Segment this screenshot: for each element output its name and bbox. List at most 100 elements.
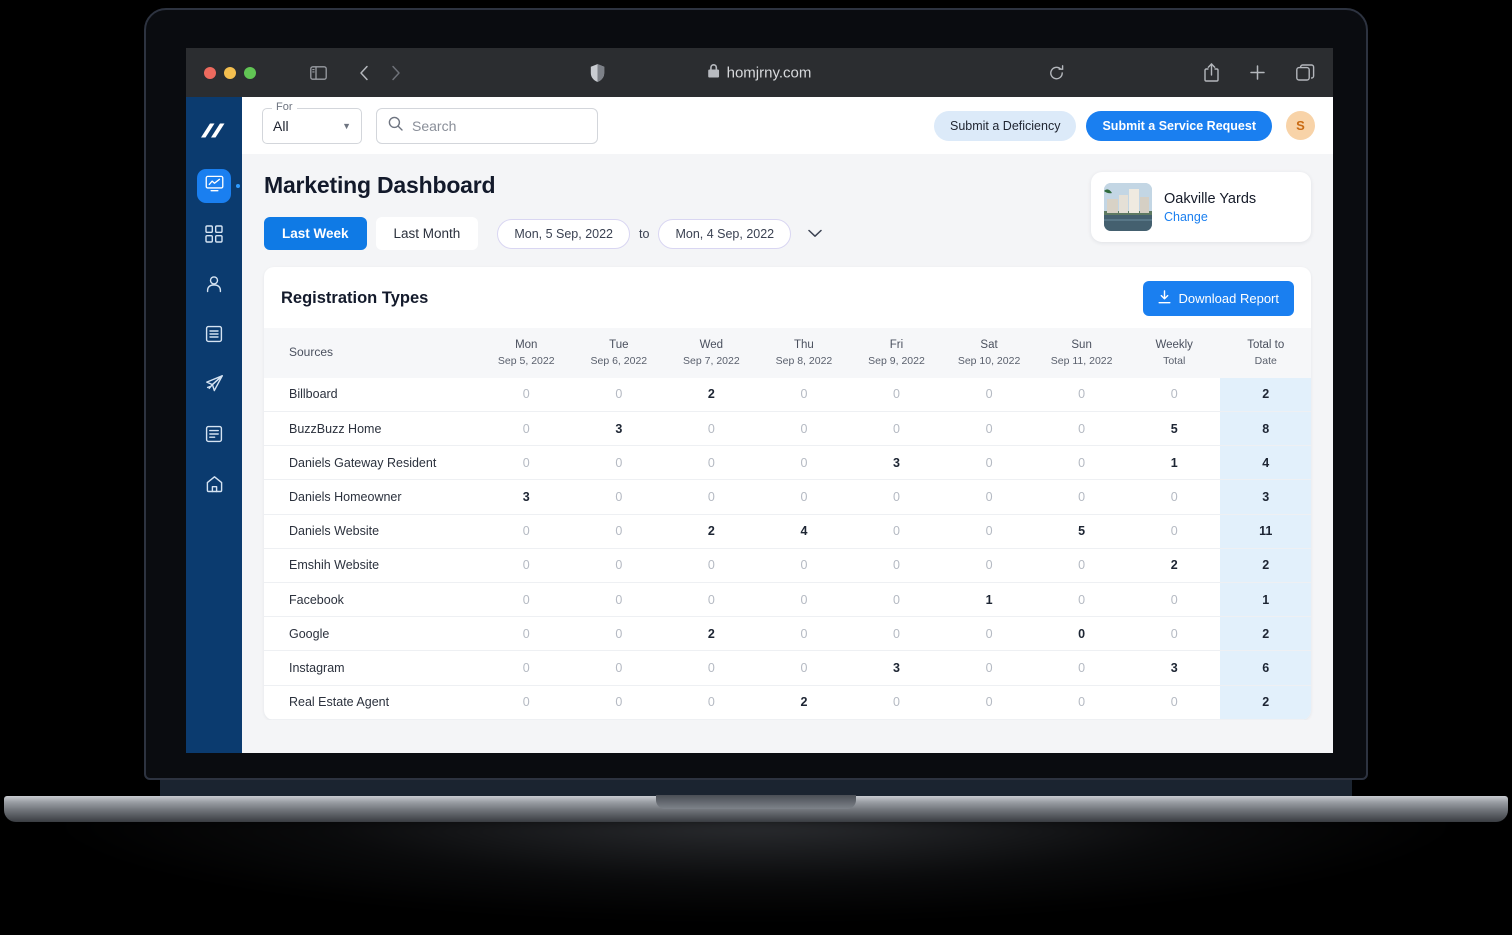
homjrny-logo[interactable] <box>194 111 234 153</box>
browser-chrome: homjrny.com <box>186 48 1333 97</box>
cell-source: Daniels Gateway Resident <box>264 445 480 481</box>
table-row[interactable]: Signage5301025117 <box>264 719 1311 720</box>
monitor-chart-icon <box>205 174 224 198</box>
range-last-month-button[interactable]: Last Month <box>375 217 479 250</box>
col-header-weekly: Weekly Total <box>1155 339 1193 367</box>
avatar[interactable]: S <box>1286 111 1315 140</box>
table-row[interactable]: BuzzBuzz Home 0 3 0 0 0 0 0 5 8 <box>264 411 1311 447</box>
table-row[interactable]: Instagram 0 0 0 0 3 0 0 3 6 <box>264 650 1311 686</box>
submit-service-request-button[interactable]: Submit a Service Request <box>1086 110 1272 141</box>
sidebar-item-residents[interactable] <box>197 269 231 303</box>
cell-sun: 0 <box>1035 548 1128 584</box>
cell-mon: 0 <box>479 548 573 584</box>
reload-icon[interactable] <box>1048 64 1065 81</box>
cell-ttd: 2 <box>1220 548 1311 584</box>
cell-wed: 0 <box>665 650 758 686</box>
cell-tue: 3 <box>572 719 666 720</box>
range-last-week-button[interactable]: Last Week <box>264 217 367 250</box>
cell-thu: 0 <box>757 479 851 515</box>
sidebar-item-dashboard[interactable] <box>197 169 231 203</box>
cell-source: Daniels Homeowner <box>264 479 480 515</box>
search-box[interactable] <box>376 107 598 144</box>
browser-screen: homjrny.com For All ▼ Search Submit a De… <box>186 48 1333 753</box>
cell-thu: 4 <box>757 514 851 549</box>
table-row[interactable]: Billboard 0 0 2 0 0 0 0 0 2 <box>264 377 1311 413</box>
cell-wed: 2 <box>665 616 758 652</box>
table-row[interactable]: Daniels Homeowner 3 0 0 0 0 0 0 0 3 <box>264 479 1311 515</box>
col-header-fri: Fri Sep 9, 2022 <box>868 339 925 367</box>
property-card[interactable]: Oakville Yards Change <box>1091 172 1311 242</box>
cell-wed: 0 <box>665 479 758 515</box>
cell-fri: 0 <box>850 582 943 618</box>
sidebar-item-modules[interactable] <box>197 219 231 253</box>
for-filter-value: All <box>273 117 289 134</box>
col-header-ttd: Total to Date <box>1247 339 1285 367</box>
property-change-link[interactable]: Change <box>1164 210 1256 224</box>
minimize-window-icon[interactable] <box>224 66 236 79</box>
new-tab-icon[interactable] <box>1249 64 1266 81</box>
property-name: Oakville Yards <box>1164 190 1257 207</box>
table-header-row: Sources Mon Sep 5, 2022 Tue Sep 6, 2022 Wed Se… <box>264 328 1311 378</box>
cell-sun: 0 <box>1035 411 1128 447</box>
cell-wed: 2 <box>665 514 758 549</box>
cell-sat: 0 <box>942 479 1036 515</box>
cell-fri: 0 <box>850 685 943 720</box>
window-controls[interactable] <box>204 66 256 79</box>
cell-weekly: 0 <box>1127 685 1221 720</box>
grid-icon <box>205 224 223 248</box>
search-input[interactable] <box>412 117 586 134</box>
cell-thu: 0 <box>757 445 851 481</box>
sidebar-toggle-icon[interactable] <box>310 65 327 80</box>
tabs-icon[interactable] <box>1296 64 1315 81</box>
main-area: For All ▼ Submit a Deficiency Submit a S… <box>242 97 1333 753</box>
sidebar-item-campaigns[interactable] <box>197 369 231 403</box>
address-bar[interactable]: homjrny.com <box>707 63 812 82</box>
table-row[interactable]: Daniels Gateway Resident 0 0 0 0 3 0 0 1 4 <box>264 445 1311 481</box>
table-row[interactable]: Emshih Website 0 0 0 0 0 0 0 2 2 <box>264 548 1311 584</box>
maximize-window-icon[interactable] <box>244 66 256 79</box>
sidebar-item-documents[interactable] <box>197 419 231 453</box>
cell-fri: 0 <box>850 514 943 549</box>
url-text: homjrny.com <box>726 64 812 81</box>
cell-thu: 0 <box>757 582 851 618</box>
sidebar-item-lists[interactable] <box>197 319 231 353</box>
shield-icon[interactable] <box>590 63 605 82</box>
cell-mon: 0 <box>479 411 573 447</box>
cell-fri: 0 <box>850 616 943 652</box>
close-window-icon[interactable] <box>204 66 216 79</box>
cell-wed: 0 <box>665 548 758 584</box>
cell-mon: 0 <box>479 685 573 720</box>
share-icon[interactable] <box>1204 63 1219 82</box>
download-report-button[interactable]: Download Report <box>1142 281 1294 316</box>
date-from-pill[interactable]: Mon, 5 Sep, 2022 <box>497 218 631 249</box>
cell-weekly: 0 <box>1127 377 1221 413</box>
cell-sun: 5 <box>1035 719 1128 720</box>
cell-sun: 0 <box>1035 445 1128 481</box>
cell-fri: 0 <box>850 479 943 515</box>
sidebar-item-properties[interactable] <box>197 469 231 503</box>
cell-fri: 0 <box>850 411 943 447</box>
for-filter-select[interactable]: For All ▼ <box>262 100 362 144</box>
table-row[interactable]: Facebook 0 0 0 0 0 1 0 0 1 <box>264 582 1311 618</box>
table-row[interactable]: Daniels Website 0 0 2 4 0 0 5 0 11 <box>264 514 1311 549</box>
submit-deficiency-button[interactable]: Submit a Deficiency <box>934 110 1077 141</box>
cell-wed: 0 <box>665 582 758 618</box>
cell-weekly: 1 <box>1127 719 1221 720</box>
table-row[interactable]: Real Estate Agent 0 0 0 2 0 0 0 0 2 <box>264 685 1311 720</box>
date-to-pill[interactable]: Mon, 4 Sep, 2022 <box>658 218 792 249</box>
cell-sun: 0 <box>1035 685 1128 720</box>
cell-fri: 0 <box>850 548 943 584</box>
cell-sun: 0 <box>1035 616 1128 652</box>
cell-tue: 0 <box>572 479 666 515</box>
date-expand-chevron-down-icon[interactable] <box>808 225 822 243</box>
chevron-down-icon: ▼ <box>342 120 351 131</box>
table-row[interactable]: Google 0 0 2 0 0 0 0 0 2 <box>264 616 1311 652</box>
cell-mon: 0 <box>479 582 573 618</box>
cell-mon: 0 <box>479 377 573 413</box>
back-icon[interactable] <box>359 65 369 81</box>
col-header-thu: Thu Sep 8, 2022 <box>775 339 833 367</box>
cell-sat: 2 <box>942 719 1036 720</box>
cell-ttd: 2 <box>1220 616 1311 652</box>
cell-thu: 0 <box>757 377 851 413</box>
forward-icon[interactable] <box>391 65 401 81</box>
